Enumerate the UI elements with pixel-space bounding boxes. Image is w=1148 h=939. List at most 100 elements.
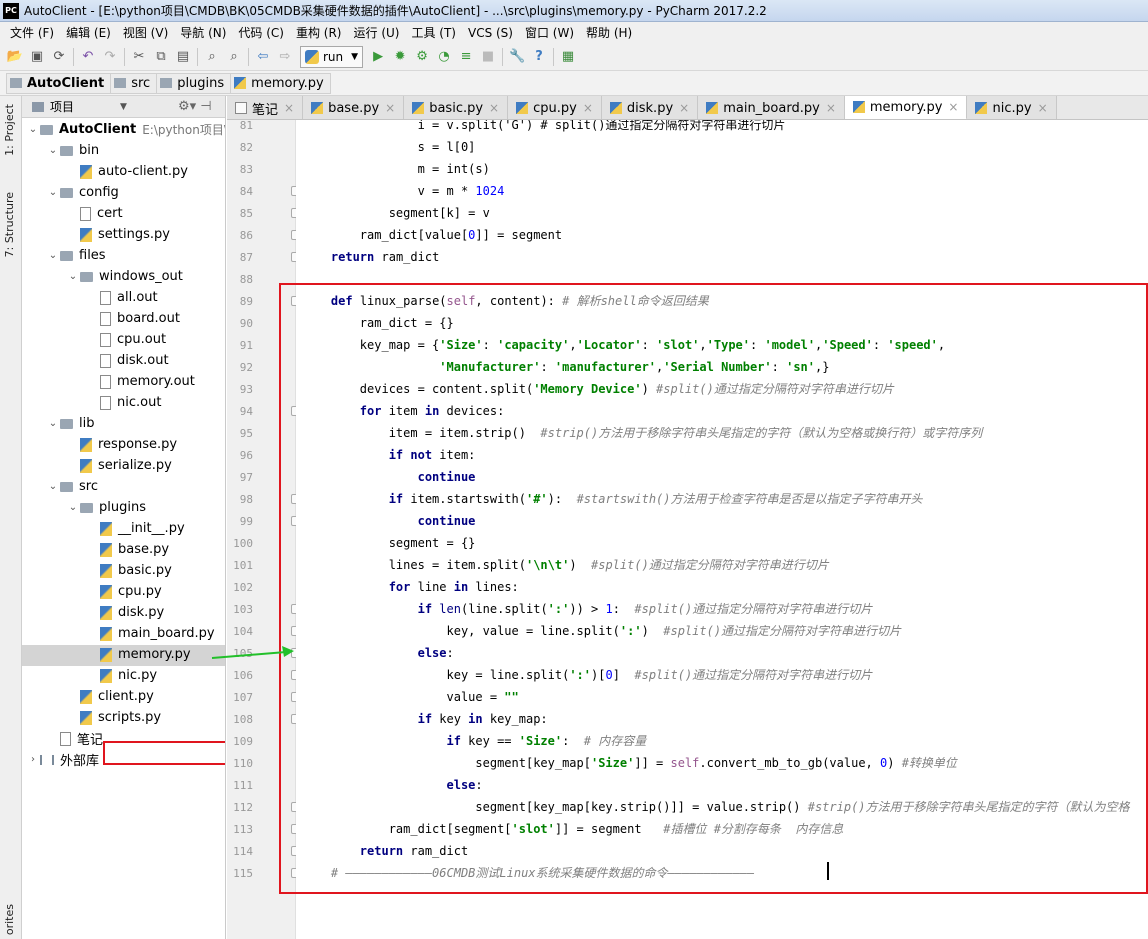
editor-tab[interactable]: basic.py × [404,96,509,119]
tree-item[interactable]: settings.py [66,224,170,245]
menu-item[interactable]: 重构 (R) [290,24,348,41]
close-icon[interactable]: × [284,101,294,115]
structure-tool-tab[interactable]: 7: Structure [3,192,16,257]
menu-item[interactable]: 代码 (C) [232,24,290,41]
close-icon[interactable]: × [583,101,593,115]
back-icon[interactable]: ⇦ [252,46,274,68]
cut-icon[interactable]: ✂ [128,46,150,68]
redo-icon[interactable]: ↷ [99,46,121,68]
breadcrumb-src[interactable]: src [111,72,158,94]
tree-item[interactable]: all.out [86,287,158,308]
tree-item[interactable]: auto-client.py [66,161,188,182]
chevron-down-icon[interactable]: ⌄ [46,250,60,261]
chevron-down-icon[interactable]: ⌄ [66,271,80,282]
tree-item[interactable]: ⌄ files [46,245,106,266]
gear-icon[interactable]: ⚙▾ ⊣ [178,99,212,114]
find-icon[interactable]: ⌕ [201,46,223,68]
chevron-down-icon[interactable]: ⌄ [46,145,60,156]
tree-item[interactable]: disk.out [86,350,169,371]
chevron-down-icon[interactable]: ⌄ [46,481,60,492]
tree-item[interactable]: ⌄ AutoClient E:\python项目\C [26,119,225,140]
run-config-select[interactable]: run ▼ [300,45,364,68]
tree-item[interactable]: ⌄ bin [46,140,99,161]
run-coverage-icon[interactable]: ⚙ [411,46,433,68]
chevron-right-icon[interactable]: › [26,754,40,765]
tree-item[interactable]: memory.out [86,371,195,392]
tree-item[interactable]: ⌄ src [46,476,98,497]
project-tool-tab[interactable]: 1: Project [3,104,16,156]
tree-item[interactable]: 笔记 [46,728,103,749]
tree-item[interactable]: nic.py [86,665,157,686]
replace-icon[interactable]: ⌕ [223,46,245,68]
breadcrumb-plugins[interactable]: plugins [157,72,232,94]
tree-item[interactable]: main_board.py [86,623,215,644]
open-folder-icon[interactable]: 📂 [4,46,26,68]
breadcrumb-project[interactable]: AutoClient [6,72,112,94]
menu-item[interactable]: VCS (S) [462,26,519,40]
tree-item[interactable]: memory.py [86,644,191,665]
tree-item[interactable]: cert [66,203,123,224]
sync-icon[interactable]: ⟳ [48,46,70,68]
menu-item[interactable]: 文件 (F) [4,24,60,41]
sdk-icon[interactable]: ▦ [557,46,579,68]
close-icon[interactable]: × [948,100,958,114]
editor-tab[interactable]: nic.py × [967,96,1057,119]
close-icon[interactable]: × [385,101,395,115]
tree-item[interactable]: board.out [86,308,180,329]
chevron-down-icon[interactable]: ▼ [120,102,127,112]
editor-tab[interactable]: base.py × [303,96,405,119]
menu-item[interactable]: 窗口 (W) [519,24,580,41]
menu-item[interactable]: 运行 (U) [348,24,406,41]
close-icon[interactable]: × [679,101,689,115]
project-view-label[interactable]: 项目 [50,98,74,115]
tree-item[interactable]: disk.py [86,602,164,623]
menu-item[interactable]: 工具 (T) [405,24,462,41]
help-icon[interactable]: ? [528,46,550,68]
chevron-down-icon[interactable]: ⌄ [26,124,40,135]
editor-tab[interactable]: main_board.py × [698,96,845,119]
concurrency-icon[interactable]: ≡ [455,46,477,68]
tree-item[interactable]: ⌄ config [46,182,119,203]
tree-item[interactable]: cpu.py [86,581,162,602]
editor-tab[interactable]: disk.py × [601,96,699,119]
settings-icon[interactable]: 🔧 [506,46,528,68]
paste-icon[interactable]: ▤ [172,46,194,68]
close-icon[interactable]: × [826,101,836,115]
editor-tab[interactable]: memory.py × [844,96,968,119]
close-icon[interactable]: × [489,101,499,115]
tree-item[interactable]: __init__.py [86,518,185,539]
tree-item[interactable]: ⌄ lib [46,413,95,434]
menu-item[interactable]: 导航 (N) [174,24,232,41]
run-icon[interactable]: ▶ [367,46,389,68]
editor-tab[interactable]: cpu.py × [508,96,602,119]
tree-item[interactable]: scripts.py [66,707,161,728]
chevron-down-icon[interactable]: ⌄ [46,187,60,198]
line-number: 97 [239,471,253,484]
tree-item[interactable]: ⌄ windows_out [66,266,183,287]
debug-icon[interactable]: ✹ [389,46,411,68]
close-icon[interactable]: × [1038,101,1048,115]
menu-item[interactable]: 视图 (V) [117,24,174,41]
stop-icon[interactable]: ■ [477,46,499,68]
tree-item[interactable]: cpu.out [86,329,166,350]
profile-icon[interactable]: ◔ [433,46,455,68]
forward-icon[interactable]: ⇨ [274,46,296,68]
favorites-tool-tab[interactable]: orites [3,904,16,935]
chevron-down-icon[interactable]: ⌄ [46,418,60,429]
breadcrumb-file[interactable]: memory.py [231,72,331,94]
menu-item[interactable]: 帮助 (H) [580,24,638,41]
tree-item[interactable]: response.py [66,434,177,455]
chevron-down-icon[interactable]: ⌄ [66,502,80,513]
save-icon[interactable]: ▣ [26,46,48,68]
tree-item[interactable]: basic.py [86,560,172,581]
menu-item[interactable]: 编辑 (E) [60,24,117,41]
tree-item[interactable]: › 外部库 [26,749,99,770]
tree-item[interactable]: nic.out [86,392,161,413]
tree-item[interactable]: serialize.py [66,455,172,476]
tree-item[interactable]: client.py [66,686,154,707]
tree-item[interactable]: base.py [86,539,169,560]
editor-tab[interactable]: 笔记 × [227,96,304,119]
tree-item[interactable]: ⌄ plugins [66,497,146,518]
copy-icon[interactable]: ⧉ [150,46,172,68]
undo-icon[interactable]: ↶ [77,46,99,68]
